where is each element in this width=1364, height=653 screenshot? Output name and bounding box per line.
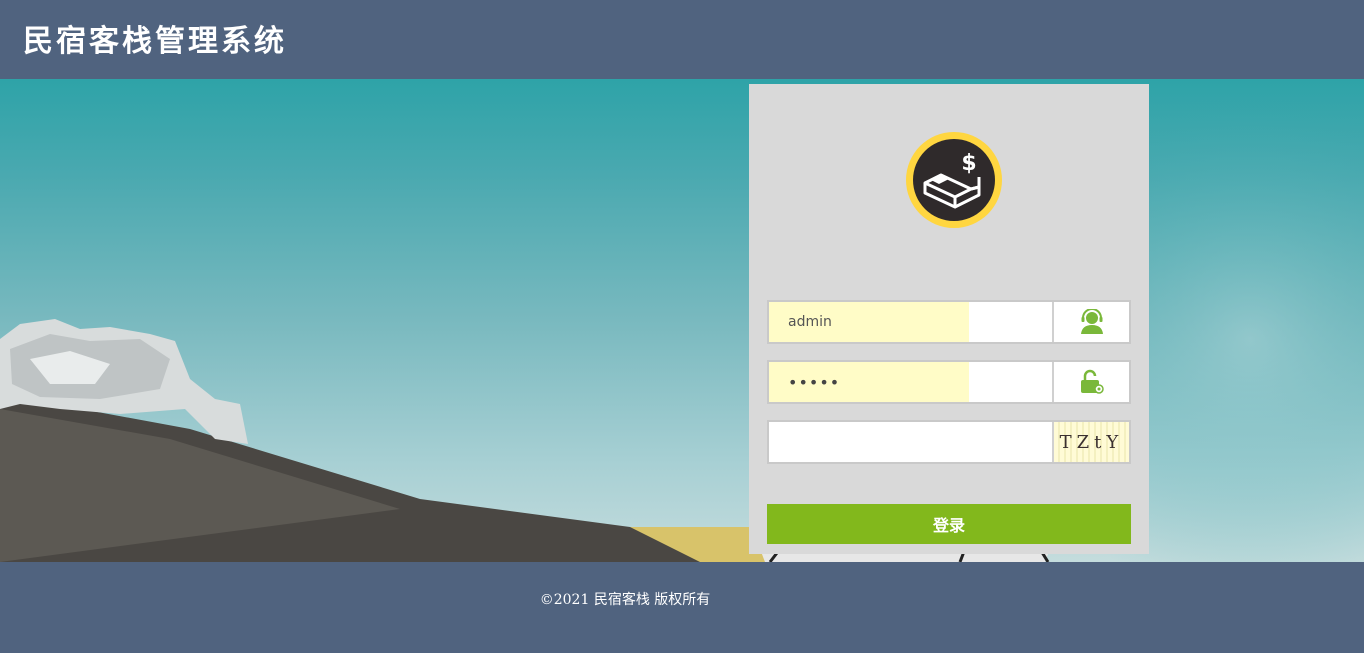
unlock-icon xyxy=(1054,362,1129,402)
captcha-text: TZtY xyxy=(1054,422,1129,462)
footer-bar: ©2021 民宿客栈 版权所有 xyxy=(0,562,1364,653)
login-button[interactable]: 登录 xyxy=(767,504,1131,544)
login-panel: $ TZ xyxy=(749,84,1149,554)
password-input[interactable] xyxy=(769,362,969,402)
user-headset-icon xyxy=(1054,302,1129,342)
username-input[interactable] xyxy=(769,302,969,342)
svg-text:$: $ xyxy=(961,151,976,176)
captcha-image[interactable]: TZtY xyxy=(1054,422,1129,462)
copyright-text: ©2021 民宿客栈 版权所有 xyxy=(539,592,711,608)
header-bar: 民宿客栈管理系统 xyxy=(0,0,1364,79)
background-landscape xyxy=(0,79,1364,562)
hotel-bed-logo-icon: $ xyxy=(905,131,1003,229)
landscape-illustration xyxy=(0,79,1364,562)
password-row xyxy=(767,360,1131,404)
captcha-input[interactable] xyxy=(769,422,1052,462)
app-title: 民宿客栈管理系统 xyxy=(23,24,287,59)
captcha-row: TZtY xyxy=(767,420,1131,464)
username-row xyxy=(767,300,1131,344)
